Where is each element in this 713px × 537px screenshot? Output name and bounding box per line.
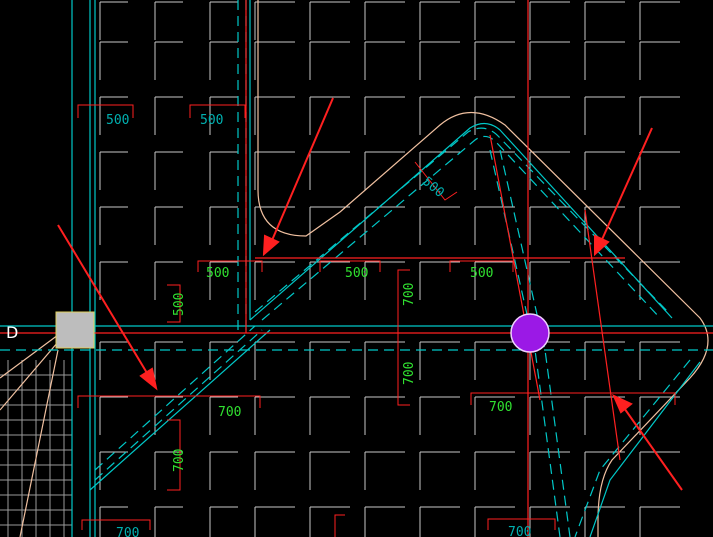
cad-canvas[interactable]: 500 500 500 500 500 500 500 700 700 700 … [0,0,713,537]
dim-label: 500 [345,266,368,281]
dim-label: 500 [172,293,187,316]
dim-label: 700 [172,449,187,472]
dim-label: 700 [489,400,512,415]
purple-circle-marker[interactable] [510,313,550,353]
grey-square-marker[interactable] [55,311,95,349]
dim-label: 700 [508,525,531,537]
dim-label: 500 [206,266,229,281]
dim-label: 700 [402,362,417,385]
dim-label: 700 [116,526,139,537]
dim-label: 500 [106,113,129,128]
edge-label: D [6,323,19,342]
dim-label: 700 [402,283,417,306]
dim-label: 500 [470,266,493,281]
dim-label: 700 [218,405,241,420]
dim-label: 500 [200,113,223,128]
